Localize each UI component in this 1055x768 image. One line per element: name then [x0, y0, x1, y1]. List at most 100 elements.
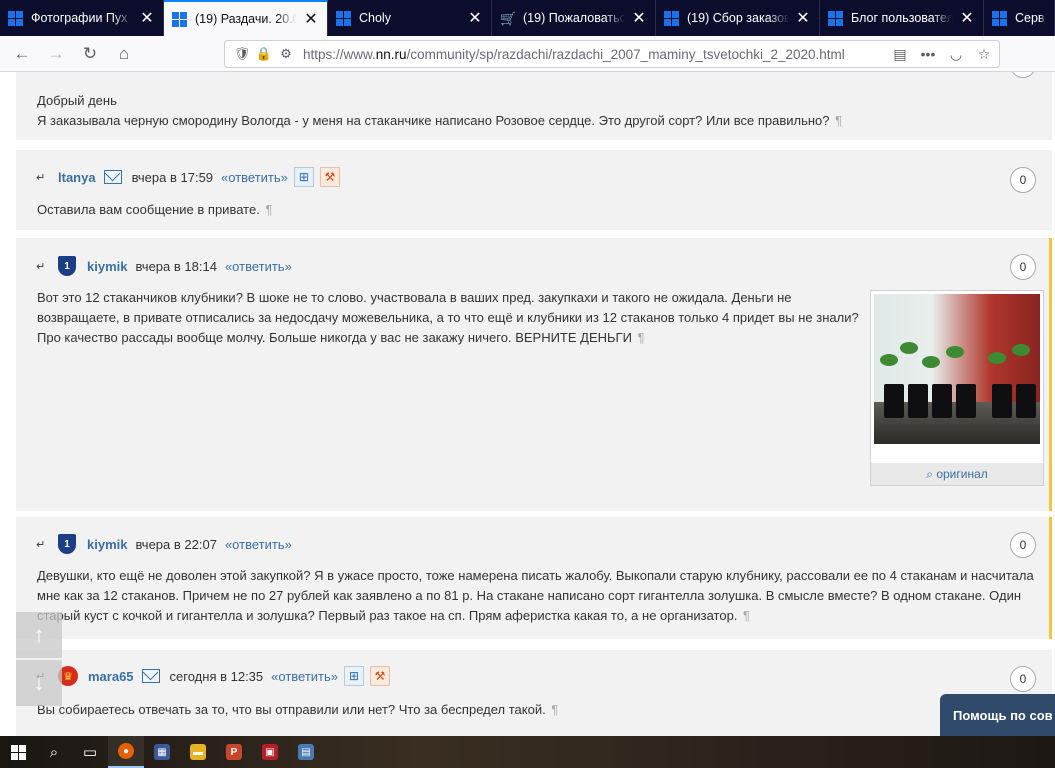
tab-service[interactable]: Сервис — [984, 0, 1055, 36]
original-link[interactable]: оригинал — [936, 467, 987, 481]
home-button[interactable]: ⌂ — [108, 38, 140, 70]
pocket-icon[interactable]: ◡ — [945, 43, 967, 65]
reload-icon: ↻ — [82, 43, 98, 63]
photo-seedling-cup — [992, 384, 1012, 418]
taskbar-explorer[interactable]: ▬ — [180, 736, 216, 768]
reply-link[interactable]: «ответить» — [225, 537, 292, 552]
scroll-up-button[interactable]: ↑ — [16, 612, 62, 658]
author-link[interactable]: kiymik — [87, 537, 127, 552]
firefox-icon: ● — [118, 743, 134, 759]
close-tab-icon[interactable]: ✕ — [631, 8, 647, 28]
back-button[interactable]: ← — [6, 38, 38, 70]
url-text[interactable]: https://www.nn.ru/community/sp/razdachi/… — [303, 47, 845, 62]
close-tab-icon[interactable]: ✕ — [467, 8, 483, 28]
comment-text-line: Добрый день — [37, 93, 117, 108]
permalink-pilcrow[interactable]: ¶ — [265, 202, 272, 217]
help-button[interactable]: Помощь по сов — [940, 694, 1055, 736]
comment-meta: ↵ ♛ mara65 сегодня в 12:35 «ответить» ⊞ … — [36, 666, 391, 686]
bookmark-star-icon[interactable]: ☆ — [973, 43, 995, 65]
more-actions-icon[interactable]: ••• — [917, 43, 939, 65]
lock-icon[interactable]: 🔒 — [253, 43, 275, 65]
comment-text: Девушки, кто ещё не доволен этой закупко… — [37, 566, 1034, 626]
vote-counter[interactable]: 0 — [1010, 254, 1036, 280]
comment-text-line: Я заказывала черную смородину Вологда - … — [37, 111, 842, 131]
seedlings-photo[interactable] — [874, 294, 1040, 444]
author-link[interactable]: kiymik — [87, 259, 127, 274]
comment-time: вчера в 17:59 — [131, 169, 214, 185]
url-path: /community/sp/razdachi/razdachi_2007_mam… — [406, 46, 845, 62]
tab-photos[interactable]: Фотографии Пух ✕ — [0, 0, 164, 36]
tab-blog[interactable]: Блог пользователя ✕ — [820, 0, 984, 36]
tab-orders[interactable]: (19) Сбор заказов 2 ✕ — [656, 0, 820, 36]
arrow-up-icon: ↑ — [33, 622, 45, 647]
comment-card: ↵ ltanya вчера в 17:59 «ответить» ⊞ ⚒ 0 … — [16, 150, 1052, 230]
reload-button[interactable]: ↻ — [74, 38, 106, 70]
powerpoint-icon: P — [226, 744, 242, 760]
comment-text: Вы собираетесь отвечать за то, что вы от… — [37, 700, 558, 720]
tab-title: Сервис — [1015, 11, 1046, 25]
taskbar-calculator[interactable]: ▦ — [144, 736, 180, 768]
author-link[interactable]: mara65 — [88, 669, 134, 684]
comment-card: 0 Добрый день Я заказывала черную смород… — [16, 72, 1052, 140]
start-button[interactable] — [0, 736, 36, 768]
urlbar-actions: ▤ ••• ◡ ☆ — [889, 43, 995, 65]
windows-logo-icon — [10, 744, 26, 760]
taskbar-powerpoint[interactable]: P — [216, 736, 252, 768]
search-button[interactable]: ⌕ — [36, 736, 72, 768]
forward-button[interactable]: → — [40, 38, 72, 70]
comment-time: сегодня в 12:35 — [169, 668, 264, 684]
photo-leaf — [1012, 344, 1030, 356]
new-comment-marker — [1049, 517, 1052, 639]
image-viewer-icon: ▣ — [262, 744, 278, 760]
tab-choly[interactable]: Choly ✕ — [328, 0, 492, 36]
author-link[interactable]: ltanya — [58, 170, 96, 185]
reply-link[interactable]: «ответить» — [225, 259, 292, 274]
tab-title: (19) Пожаловаться — [523, 11, 625, 25]
taskbar-app-window[interactable]: ▤ — [288, 736, 324, 768]
tab-razdachi[interactable]: (19) Раздачи. 20.07. ✕ — [164, 0, 328, 36]
site-favicon-icon — [172, 11, 187, 27]
mail-icon[interactable] — [141, 669, 160, 683]
close-tab-icon[interactable]: ✕ — [139, 8, 155, 28]
gift-icon[interactable]: ⊞ — [344, 666, 365, 686]
reply-link[interactable]: «ответить» — [221, 170, 288, 185]
tracking-shield-icon[interactable]: 🛡 — [231, 43, 253, 65]
comment-text-line: Про качество рассады вообще молчу. Больш… — [37, 328, 859, 348]
navigation-toolbar: ← → ↻ ⌂ 🛡 🔒 ⚙ https://www.nn.ru/communit… — [0, 36, 1055, 72]
reply-link[interactable]: «ответить» — [271, 669, 338, 684]
hammer-icon[interactable]: ⚒ — [370, 666, 391, 686]
url-prefix: https://www. — [303, 46, 376, 62]
new-comment-marker — [1049, 238, 1052, 511]
reply-arrow-icon: ↵ — [36, 171, 46, 184]
hammer-icon[interactable]: ⚒ — [319, 167, 340, 187]
taskbar-app-red[interactable]: ▣ — [252, 736, 288, 768]
permissions-icon[interactable]: ⚙ — [275, 43, 297, 65]
vote-counter[interactable]: 0 — [1010, 532, 1036, 558]
mail-icon[interactable] — [103, 170, 122, 184]
taskbar-firefox[interactable]: ● — [108, 736, 144, 768]
vote-counter[interactable]: 0 — [1010, 72, 1036, 78]
calculator-icon: ▦ — [154, 744, 170, 760]
permalink-pilcrow[interactable]: ¶ — [638, 330, 645, 345]
comment-text: Добрый день Я заказывала черную смородин… — [37, 91, 842, 131]
reader-view-icon[interactable]: ▤ — [889, 43, 911, 65]
user-rank-shield-icon: 1 — [58, 534, 76, 554]
permalink-pilcrow[interactable]: ¶ — [551, 702, 558, 717]
gift-icon[interactable]: ⊞ — [293, 167, 314, 187]
photo-caption[interactable]: ⌕ оригинал — [871, 463, 1043, 485]
comment-text-span: старый куст с кочкой и гигантелла и золу… — [37, 608, 738, 623]
tab-complain[interactable]: 🛒 (19) Пожаловаться ✕ — [492, 0, 656, 36]
task-view-button[interactable]: ▭ — [72, 736, 108, 768]
vote-counter[interactable]: 0 — [1010, 666, 1036, 692]
close-tab-icon[interactable]: ✕ — [303, 9, 319, 29]
address-bar[interactable]: 🛡 🔒 ⚙ https://www.nn.ru/community/sp/raz… — [224, 40, 1000, 68]
vote-counter[interactable]: 0 — [1010, 167, 1036, 193]
comment-text: Вот это 12 стаканчиков клубники? В шоке … — [37, 288, 859, 348]
windows-taskbar: ⌕ ▭ ● ▦ ▬ P ▣ ▤ — [0, 736, 1055, 768]
close-tab-icon[interactable]: ✕ — [959, 8, 975, 28]
attached-photo[interactable]: ⌕ оригинал — [870, 290, 1044, 486]
permalink-pilcrow[interactable]: ¶ — [743, 608, 750, 623]
close-tab-icon[interactable]: ✕ — [795, 8, 811, 28]
scroll-down-button[interactable]: ↓ — [16, 660, 62, 706]
permalink-pilcrow[interactable]: ¶ — [835, 113, 842, 128]
